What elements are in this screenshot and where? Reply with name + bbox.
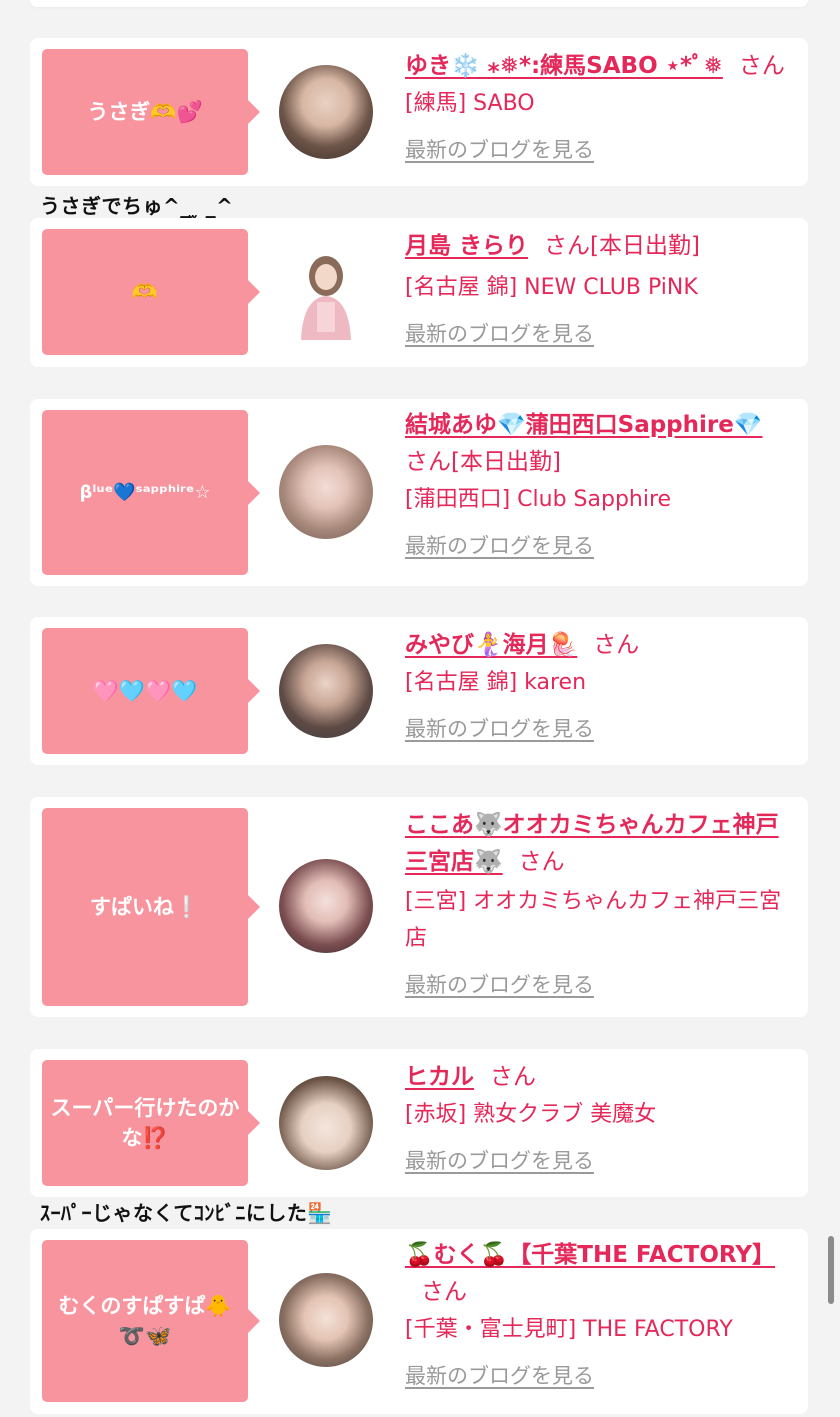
shop-info: [蒲田西口] Club Sapphire (405, 487, 672, 512)
honorific: さん (405, 449, 451, 475)
cast-name-link[interactable]: ゆき❄️ ⁎❅*:練馬SABO ⋆*ﾟ❅ (405, 53, 723, 79)
cast-name-link[interactable]: 🍒むく🍒【千葉THE FACTORY】 (405, 1242, 775, 1268)
avatar[interactable] (279, 246, 373, 340)
blog-card-6: スーパー行けたのかな⁉️ ヒカル さん [赤坂] 熟女クラブ 美魔女 最新のブログ… (30, 1049, 808, 1197)
comment-bubble: βˡᵘᵉ💙ˢᵃᵖᵖʰⁱʳᵉ☆ (42, 410, 260, 575)
latest-blog-link[interactable]: 最新のブログを見る (405, 528, 594, 565)
honorific: さん (518, 849, 565, 875)
shop-info: [三宮] オオカミちゃんカフェ神戸三宮店 (405, 889, 782, 951)
comment-bubble: すぱいね❕ (42, 808, 260, 1006)
honorific: さん (544, 233, 591, 259)
avatar[interactable] (279, 1076, 373, 1170)
previous-card-edge (30, 0, 808, 7)
comment-bubble: スーパー行けたのかな⁉️ (42, 1060, 260, 1186)
comment-bubble: むくのすぱすぱ🐥➰🦋 (42, 1240, 260, 1402)
avatar[interactable] (279, 859, 373, 953)
comment-bubble: うさぎ🫶💕 (42, 49, 260, 175)
shop-info: [練馬] SABO (405, 91, 535, 116)
blog-card-2: 🫶 月島 きらり さん[本日出勤] [名古屋 錦] NEW CLUB PiNK 最… (30, 218, 808, 367)
comment-text: ｽｰﾊﾟｰじゃなくてｺﾝﾋﾞﾆにした🏪 (40, 1201, 333, 1225)
avatar[interactable] (279, 1273, 373, 1367)
cast-name-link[interactable]: みやび🧜‍♀️海月🪼 (405, 632, 577, 658)
status-badge: [本日出勤] (590, 233, 700, 259)
honorific: さん (421, 1279, 467, 1305)
blog-card-7: むくのすぱすぱ🐥➰🦋 🍒むく🍒【千葉THE FACTORY】さん [千葉・富士見… (30, 1229, 808, 1414)
cast-name-link[interactable]: 結城あゆ💎蒲田西口Sapphire💎 (405, 412, 763, 438)
blog-card-5: すぱいね❕ ここあ🐺オオカミちゃんカフェ神戸三宮店🐺 さん [三宮] オオカミちゃ… (30, 797, 808, 1017)
shop-info: [名古屋 錦] karen (405, 670, 587, 695)
blog-card-3: βˡᵘᵉ💙ˢᵃᵖᵖʰⁱʳᵉ☆ 結城あゆ💎蒲田西口Sapphire💎 さん[本日出… (30, 399, 808, 586)
latest-blog-link[interactable]: 最新のブログを見る (405, 967, 594, 1004)
avatar-figure-icon (301, 256, 351, 340)
latest-blog-link[interactable]: 最新のブログを見る (405, 1358, 594, 1395)
honorific: さん (490, 1064, 536, 1090)
comment-bubble: 🫶 (42, 229, 260, 355)
shop-info: [千葉・富士見町] THE FACTORY (405, 1317, 733, 1342)
latest-blog-link[interactable]: 最新のブログを見る (405, 316, 594, 353)
scrollbar[interactable] (828, 1236, 834, 1304)
cast-name-link[interactable]: ここあ🐺オオカミちゃんカフェ神戸三宮店🐺 (405, 812, 779, 875)
latest-blog-link[interactable]: 最新のブログを見る (405, 711, 594, 748)
comment-bubble: 🩷🩵🩷🩵 (42, 628, 260, 754)
blog-card-1: うさぎ🫶💕 ゆき❄️ ⁎❅*:練馬SABO ⋆*ﾟ❅ さん [練馬] SABO 最… (30, 38, 808, 186)
honorific: さん (738, 53, 785, 79)
avatar[interactable] (279, 644, 373, 738)
cast-name-link[interactable]: 月島 きらり (405, 233, 528, 259)
cast-name-link[interactable]: ヒカル (405, 1064, 474, 1090)
shop-info: [名古屋 錦] NEW CLUB PiNK (405, 275, 698, 300)
comment-text: うさぎでちゅ^_ ̫ _^ (40, 194, 234, 218)
avatar[interactable] (279, 65, 373, 159)
blog-card-4: 🩷🩵🩷🩵 みやび🧜‍♀️海月🪼 さん [名古屋 錦] karen 最新のブログを見… (30, 617, 808, 765)
shop-info: [赤坂] 熟女クラブ 美魔女 (405, 1102, 657, 1127)
honorific: さん (593, 632, 640, 658)
latest-blog-link[interactable]: 最新のブログを見る (405, 1143, 594, 1180)
latest-blog-link[interactable]: 最新のブログを見る (405, 132, 594, 169)
avatar[interactable] (279, 445, 373, 539)
status-badge: [本日出勤] (451, 449, 561, 475)
